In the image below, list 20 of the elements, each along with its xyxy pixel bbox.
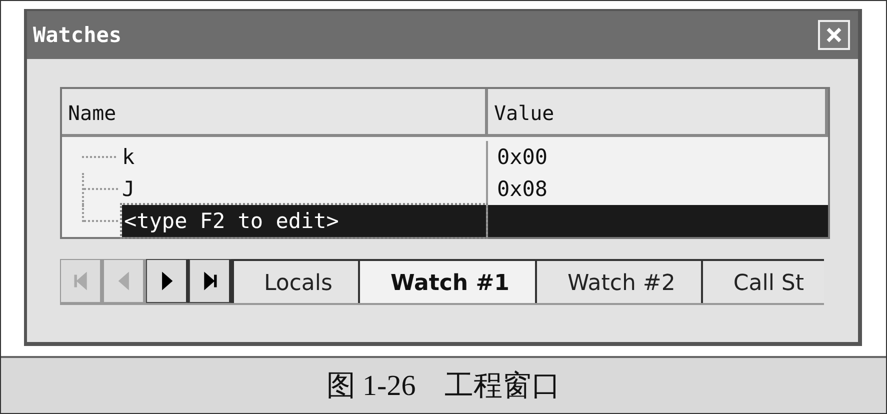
- column-header[interactable]: Name: [62, 89, 488, 137]
- name-cell: <type F2 to edit>: [122, 205, 486, 237]
- value-cell: 0x08: [497, 177, 548, 201]
- name-cell: J: [122, 177, 135, 201]
- tab[interactable]: Call St: [701, 259, 824, 303]
- tab[interactable]: Locals: [232, 259, 358, 303]
- tab[interactable]: Watch #2: [535, 259, 702, 303]
- triangle-icon: [72, 271, 90, 291]
- watch-row[interactable]: <type F2 to edit>: [62, 205, 828, 237]
- window-title: Watches: [33, 23, 122, 47]
- figure-caption: 图 1-26 工程窗口: [326, 368, 561, 404]
- value-cell: 0x00: [497, 145, 548, 169]
- next-page-button[interactable]: [146, 259, 189, 303]
- close-button[interactable]: [818, 20, 850, 50]
- last-page-button[interactable]: [189, 259, 232, 303]
- watch-row[interactable]: k 0x00: [62, 141, 828, 173]
- column-header[interactable]: Value: [488, 89, 828, 137]
- name-cell: k: [122, 145, 135, 169]
- tab[interactable]: Watch #1: [358, 259, 536, 303]
- close-icon: [824, 25, 844, 45]
